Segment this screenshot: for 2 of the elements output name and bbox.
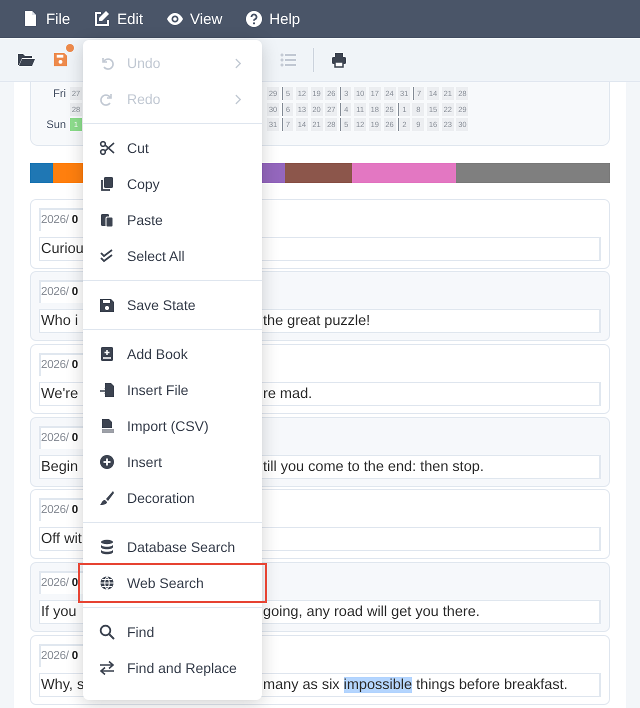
weekday-label: Fri (53, 88, 66, 100)
weekday-label: Sun (46, 118, 66, 131)
